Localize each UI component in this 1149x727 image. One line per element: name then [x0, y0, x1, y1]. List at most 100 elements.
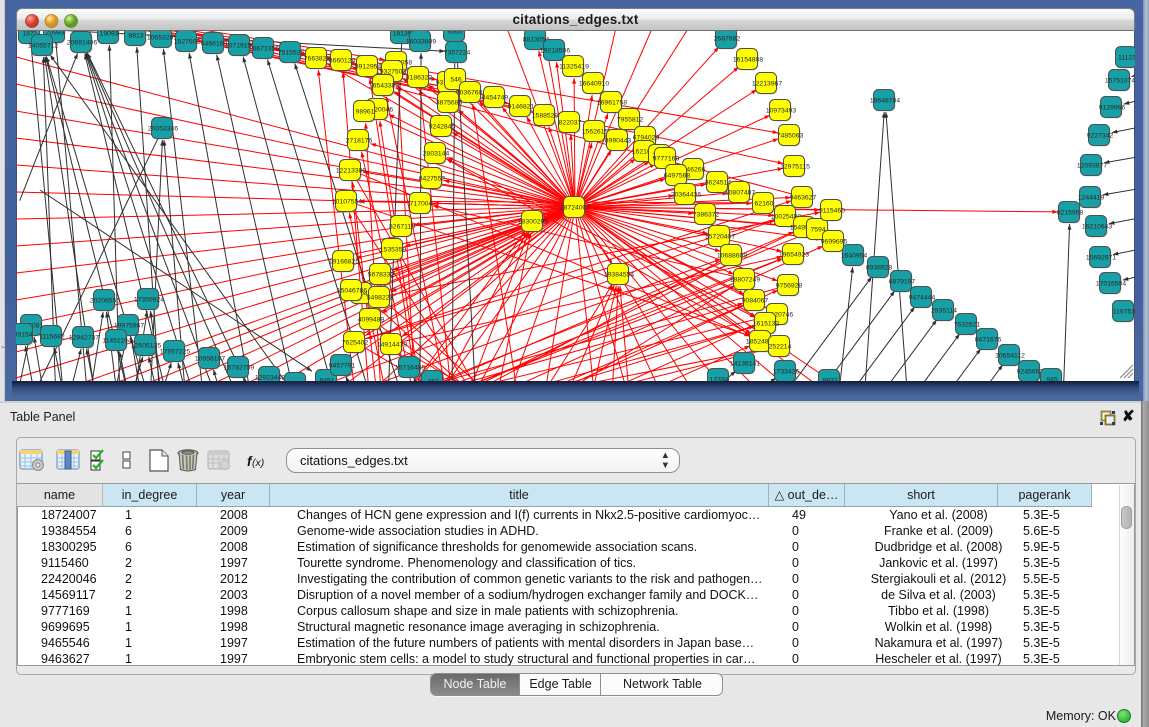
svg-text:1640954: 1640954 — [841, 252, 868, 259]
svg-text:2687682: 2687682 — [714, 35, 741, 42]
svg-text:8912954: 8912954 — [355, 63, 382, 70]
svg-text:98961: 98961 — [356, 108, 375, 115]
svg-text:19166825: 19166825 — [329, 258, 359, 265]
svg-text:9463627: 9463627 — [790, 194, 817, 201]
svg-text:14055712: 14055712 — [28, 42, 58, 49]
svg-text:1733426: 1733426 — [773, 368, 800, 375]
svg-text:20364436: 20364436 — [671, 191, 701, 198]
svg-text:9699695: 9699695 — [821, 238, 848, 245]
svg-text:10107554: 10107554 — [332, 198, 362, 205]
svg-text:17016504: 17016504 — [1096, 280, 1126, 287]
svg-text:18724007: 18724007 — [560, 204, 590, 211]
svg-text:18300295: 18300295 — [518, 218, 548, 225]
svg-text:10973493: 10973493 — [766, 107, 796, 114]
svg-text:9084067: 9084067 — [742, 297, 769, 304]
svg-text:10807487: 10807487 — [725, 189, 755, 196]
svg-text:6879197: 6879197 — [889, 278, 916, 285]
svg-text:12093877: 12093877 — [1077, 162, 1107, 169]
svg-text:18807249: 18807249 — [730, 276, 760, 283]
svg-text:16210643: 16210643 — [1082, 223, 1112, 230]
svg-text:10688609: 10688609 — [717, 252, 747, 259]
svg-text:19654923: 19654923 — [779, 251, 809, 258]
svg-text:15720407: 15720407 — [705, 233, 735, 240]
svg-text:252214: 252214 — [769, 343, 792, 350]
svg-text:17957225: 17957225 — [160, 348, 190, 355]
svg-text:8990443: 8990443 — [605, 137, 632, 144]
svg-text:16640910: 16640910 — [579, 80, 609, 87]
svg-text:9115460: 9115460 — [819, 207, 845, 214]
svg-text:1535359: 1535359 — [380, 246, 407, 253]
svg-text:19093: 19093 — [100, 31, 119, 37]
svg-text:8660124: 8660124 — [329, 57, 356, 64]
svg-text:6466160: 6466160 — [201, 40, 228, 47]
svg-text:8471676: 8471676 — [975, 336, 1002, 343]
svg-text:12213389: 12213389 — [336, 167, 366, 174]
svg-text:16154808: 16154808 — [733, 56, 763, 63]
svg-text:7955812: 7955812 — [617, 116, 644, 123]
svg-text:9777169: 9777169 — [653, 155, 680, 162]
svg-text:7515526: 7515526 — [278, 49, 305, 56]
svg-text:8215958: 8215958 — [1057, 209, 1084, 216]
svg-text:1588520: 1588520 — [532, 112, 559, 119]
svg-text:7386372: 7386372 — [693, 211, 720, 218]
svg-text:16961758: 16961758 — [597, 99, 627, 106]
svg-text:15046786: 15046786 — [337, 287, 367, 294]
svg-text:1115682: 1115682 — [39, 333, 65, 340]
svg-text:(x): (x) — [252, 457, 264, 469]
svg-text:12975115: 12975115 — [780, 163, 810, 170]
svg-text:5678332: 5678332 — [368, 271, 395, 278]
svg-text:14136141: 14136141 — [730, 360, 760, 367]
svg-text:5498222: 5498222 — [367, 294, 394, 301]
svg-text:16543382: 16543382 — [369, 82, 399, 89]
svg-text:12213967: 12213967 — [752, 80, 782, 87]
svg-text:7625402: 7625402 — [342, 339, 369, 346]
svg-text:9245652: 9245652 — [1017, 368, 1044, 375]
svg-text:15692971: 15692971 — [1086, 254, 1116, 261]
svg-text:14914479: 14914479 — [377, 341, 407, 348]
svg-text:9227342: 9227342 — [1087, 132, 1114, 139]
svg-text:16782759: 16782759 — [224, 364, 254, 371]
svg-text:9242845: 9242845 — [429, 123, 456, 130]
svg-text:7485063: 7485063 — [777, 132, 804, 139]
svg-text:19218506: 19218506 — [540, 47, 570, 54]
svg-text:9474444: 9474444 — [909, 294, 936, 301]
svg-text:2803144: 2803144 — [423, 150, 450, 157]
svg-text:19384554: 19384554 — [604, 271, 634, 278]
svg-text:7632621: 7632621 — [954, 321, 981, 328]
svg-text:546: 546 — [450, 76, 462, 83]
svg-text:16648784: 16648784 — [870, 97, 900, 104]
svg-text:16033809: 16033809 — [406, 38, 436, 45]
svg-text:6497568: 6497568 — [664, 172, 691, 179]
svg-text:15751074: 15751074 — [1105, 77, 1135, 84]
svg-text:19975867: 19975867 — [114, 322, 144, 329]
svg-text:17359924: 17359924 — [134, 296, 164, 303]
svg-text:822037: 822037 — [559, 119, 582, 126]
svg-text:7663822: 7663822 — [304, 55, 331, 62]
svg-text:20691406: 20691406 — [67, 39, 97, 46]
svg-text:11451194: 11451194 — [102, 337, 131, 344]
svg-text:1615132: 1615132 — [753, 320, 780, 327]
svg-text:8938928: 8938928 — [866, 264, 893, 271]
svg-text:12942737: 12942737 — [69, 334, 99, 341]
svg-text:20053346: 20053346 — [148, 125, 178, 132]
svg-text:9146821: 9146821 — [508, 103, 535, 110]
svg-text:8813: 8813 — [128, 32, 143, 39]
svg-text:9756928: 9756928 — [776, 282, 803, 289]
svg-text:10653267: 10653267 — [147, 34, 177, 41]
svg-text:1562615: 1562615 — [582, 128, 609, 135]
svg-text:7357224: 7357224 — [444, 49, 471, 56]
svg-text:18135: 18135 — [393, 31, 412, 37]
svg-text:8427552: 8427552 — [419, 175, 446, 182]
svg-text:8186323: 8186323 — [406, 74, 433, 81]
svg-text:20206556: 20206556 — [90, 297, 120, 304]
svg-text:9129966: 9129966 — [1099, 104, 1126, 111]
svg-text:62160: 62160 — [755, 200, 774, 207]
svg-text:16671355: 16671355 — [249, 45, 279, 52]
svg-text:8454749: 8454749 — [482, 94, 509, 101]
svg-text:3624514: 3624514 — [705, 179, 732, 186]
svg-text:1527602: 1527602 — [174, 38, 201, 45]
svg-text:1244419: 1244419 — [1078, 194, 1105, 201]
svg-text:4099489: 4099489 — [358, 316, 385, 323]
svg-text:717004: 717004 — [410, 200, 433, 207]
svg-text:2935114: 2935114 — [931, 307, 957, 314]
